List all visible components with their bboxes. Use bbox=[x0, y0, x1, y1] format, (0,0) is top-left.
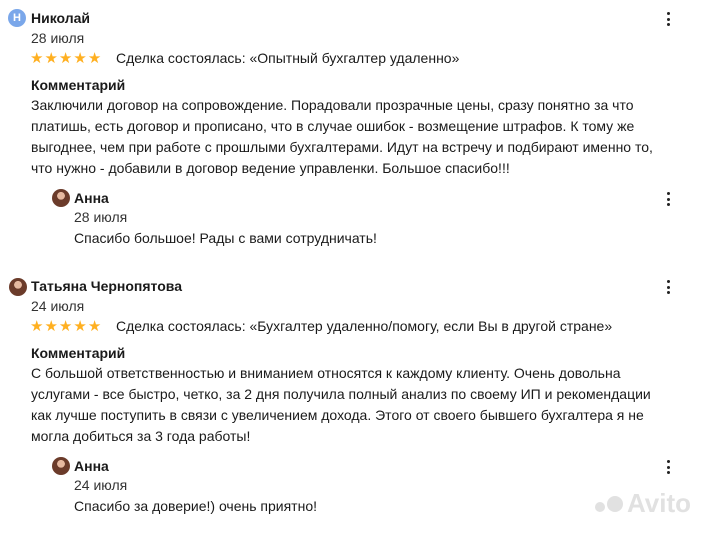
comment-line: услугами - все быстро, четко, за 2 дня п… bbox=[31, 386, 651, 402]
review-card: Н Николай 28 июля ★ ★ ★ ★ ★ Сделка состо… bbox=[0, 0, 703, 268]
star-icon: ★ bbox=[73, 318, 87, 335]
comment-title: Комментарий bbox=[31, 77, 126, 93]
comment-line: Заключили договор на сопровождение. Пора… bbox=[31, 97, 634, 113]
reply-avatar[interactable] bbox=[52, 457, 70, 475]
comment-line: могла добиться за 3 года работы! bbox=[31, 428, 251, 444]
star-icon: ★ bbox=[30, 318, 44, 335]
reply-text: Спасибо за доверие!) очень приятно! bbox=[74, 498, 318, 514]
star-icon: ★ bbox=[44, 318, 58, 335]
comment-line: что нужно - добавили в договор ведение у… bbox=[31, 160, 510, 176]
reply-date: 28 июля bbox=[74, 209, 128, 225]
review-date: 24 июля bbox=[31, 298, 85, 314]
comment-text: Заключили договор на сопровождение. Пора… bbox=[31, 95, 681, 179]
star-icon: ★ bbox=[87, 50, 102, 67]
author-avatar[interactable]: Н bbox=[8, 9, 26, 27]
comment-line: платишь, есть договор и прописано, что в… bbox=[31, 118, 635, 134]
star-icon: ★ bbox=[44, 50, 58, 67]
reply-author[interactable]: Анна bbox=[74, 458, 109, 474]
star-icon: ★ bbox=[58, 318, 73, 335]
comment-line: С большой ответственностью и вниманием о… bbox=[31, 365, 621, 381]
kebab-menu-icon[interactable] bbox=[663, 459, 673, 475]
comment-line: как лучше поступить в связи с увеличение… bbox=[31, 407, 644, 423]
avito-watermark: Avito bbox=[594, 488, 691, 519]
kebab-menu-icon[interactable] bbox=[663, 191, 673, 207]
rating-stars: ★ ★ ★ ★ ★ bbox=[30, 51, 101, 66]
star-icon: ★ bbox=[30, 50, 44, 67]
reply-text: Спасибо большое! Рады с вами сотрудничат… bbox=[74, 230, 377, 246]
reply-avatar[interactable] bbox=[52, 189, 70, 207]
author-name[interactable]: Татьяна Чернопятова bbox=[31, 278, 182, 294]
star-icon: ★ bbox=[73, 50, 87, 67]
watermark-text: Avito bbox=[626, 488, 691, 518]
author-name[interactable]: Николай bbox=[31, 10, 90, 26]
star-icon: ★ bbox=[58, 50, 73, 67]
reply-date: 24 июля bbox=[74, 477, 128, 493]
rating-stars: ★ ★ ★ ★ ★ bbox=[30, 319, 101, 334]
kebab-menu-icon[interactable] bbox=[663, 11, 673, 27]
kebab-menu-icon[interactable] bbox=[663, 279, 673, 295]
deal-info: Сделка состоялась: «Бухгалтер удаленно/п… bbox=[116, 318, 613, 334]
review-date: 28 июля bbox=[31, 30, 85, 46]
author-avatar[interactable] bbox=[9, 278, 27, 296]
deal-info: Сделка состоялась: «Опытный бухгалтер уд… bbox=[116, 50, 460, 66]
comment-line: выгоднее, чем при работе с прошлыми бухг… bbox=[31, 139, 653, 155]
avito-logo-icon bbox=[594, 495, 623, 512]
comment-text: С большой ответственностью и вниманием о… bbox=[31, 363, 681, 447]
star-icon: ★ bbox=[87, 318, 102, 335]
comment-title: Комментарий bbox=[31, 345, 126, 361]
reply-author[interactable]: Анна bbox=[74, 190, 109, 206]
